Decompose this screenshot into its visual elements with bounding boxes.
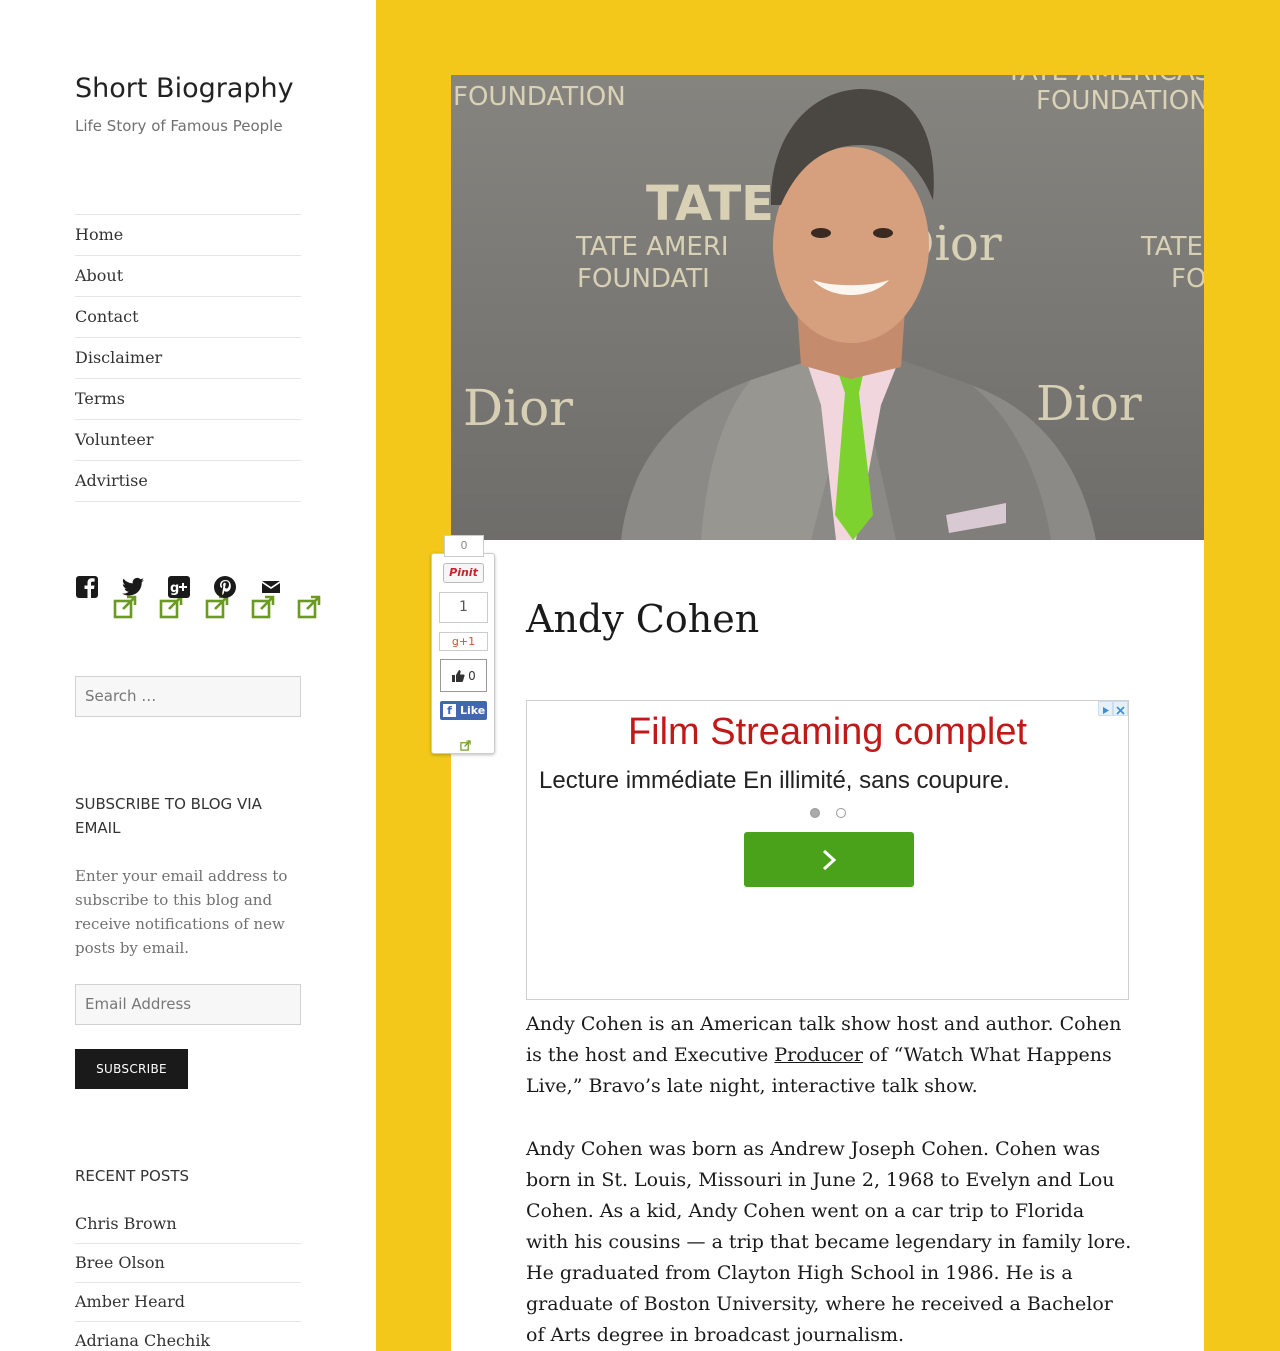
facebook-icon: [76, 576, 98, 598]
facebook-icon: f: [443, 704, 456, 717]
fb-count-value: 0: [468, 668, 476, 683]
site-title[interactable]: Short Biography: [75, 73, 294, 104]
email-link[interactable]: [259, 575, 321, 619]
article-paragraph: Andy Cohen is an American talk show host…: [526, 1009, 1132, 1102]
twitter-icon: [122, 577, 144, 596]
producer-link[interactable]: Producer: [774, 1044, 863, 1066]
search-input[interactable]: Search …: [75, 676, 301, 717]
social-links: g: [75, 575, 321, 619]
chevron-right-icon: [822, 849, 837, 871]
external-link-icon[interactable]: [460, 740, 471, 751]
twitter-link[interactable]: [121, 575, 183, 619]
pinterest-link[interactable]: [213, 575, 275, 619]
portrait-photo: FOUNDATION TATE AMERICAS FOUNDATION FOUN…: [451, 75, 1204, 540]
gplus-button[interactable]: g+1: [439, 632, 488, 651]
main-navigation: Home About Contact Disclaimer Terms Volu…: [75, 214, 301, 502]
fb-like-label: Like: [460, 704, 486, 717]
ad-subline: Lecture immédiate En illimité, sans coup…: [539, 767, 1010, 794]
article: FOUNDATION TATE AMERICAS FOUNDATION FOUN…: [451, 75, 1204, 1351]
share-bar: 0 Pinit 1 g+1 0 f Like: [431, 535, 495, 754]
pinit-button[interactable]: Pinit: [443, 563, 484, 583]
post-title: Andy Cohen: [526, 597, 760, 641]
nav-item-volunteer[interactable]: Volunteer: [75, 420, 301, 461]
recent-post-link[interactable]: Bree Olson: [75, 1244, 301, 1283]
sidebar: Short Biography Life Story of Famous Peo…: [0, 0, 376, 1351]
nav-item-contact[interactable]: Contact: [75, 297, 301, 338]
backdrop-text: FOUNDATION: [1036, 86, 1204, 116]
fb-like-count: 0: [440, 659, 487, 692]
recent-posts-title: RECENT POSTS: [75, 1167, 190, 1185]
subscribe-description: Enter your email address to subscribe to…: [75, 867, 288, 957]
ad-next-button[interactable]: [744, 832, 914, 887]
advertisement[interactable]: Film Streaming complet Lecture immédiate…: [526, 700, 1129, 1000]
backdrop-text: TATE: [1140, 232, 1203, 262]
gplus-label: +1: [458, 635, 476, 648]
fb-like-button[interactable]: f Like: [440, 701, 487, 720]
backdrop-text: TATE AMERI: [575, 232, 729, 262]
backdrop-text: Dior: [1036, 376, 1142, 432]
ad-dot-active[interactable]: [810, 808, 820, 818]
gplus-count: 1: [439, 592, 488, 623]
article-paragraph: Andy Cohen was born as Andrew Joseph Coh…: [526, 1138, 1132, 1346]
ad-dot[interactable]: [836, 808, 846, 818]
subscribe-widget-title: SUBSCRIBE TO BLOG VIA EMAIL: [75, 795, 262, 837]
backdrop-text: Dior: [463, 379, 573, 437]
backdrop-text: TATE: [646, 176, 774, 232]
email-field[interactable]: Email Address: [75, 984, 301, 1025]
google-plus-link[interactable]: g: [167, 575, 229, 619]
backdrop-text: FOUNDATION: [453, 82, 626, 112]
nav-item-disclaimer[interactable]: Disclaimer: [75, 338, 301, 379]
nav-item-terms[interactable]: Terms: [75, 379, 301, 420]
recent-posts-list: Chris Brown Bree Olson Amber Heard Adria…: [75, 1205, 301, 1351]
ad-pagination: [810, 808, 846, 818]
ad-headline[interactable]: Film Streaming complet: [527, 711, 1128, 754]
email-icon: [262, 581, 280, 593]
google-plus-icon: g: [168, 576, 190, 598]
subscribe-button[interactable]: SUBSCRIBE: [75, 1049, 188, 1089]
thumbs-up-icon: [452, 670, 465, 682]
facebook-link[interactable]: [75, 575, 137, 619]
external-link-icon: [297, 595, 321, 619]
pin-count: 0: [444, 535, 484, 557]
nav-item-home[interactable]: Home: [75, 215, 301, 256]
pinterest-icon: [214, 576, 236, 598]
recent-post-link[interactable]: Chris Brown: [75, 1205, 301, 1244]
nav-item-advirtise[interactable]: Advirtise: [75, 461, 301, 502]
backdrop-text: FOU: [1171, 264, 1204, 294]
featured-image: FOUNDATION TATE AMERICAS FOUNDATION FOUN…: [451, 75, 1204, 540]
recent-post-link[interactable]: Amber Heard: [75, 1283, 301, 1322]
svg-text:g: g: [170, 581, 179, 596]
site-description: Life Story of Famous People: [75, 117, 283, 135]
recent-post-link[interactable]: Adriana Chechik: [75, 1322, 301, 1351]
backdrop-text: FOUNDATI: [577, 264, 710, 294]
nav-item-about[interactable]: About: [75, 256, 301, 297]
